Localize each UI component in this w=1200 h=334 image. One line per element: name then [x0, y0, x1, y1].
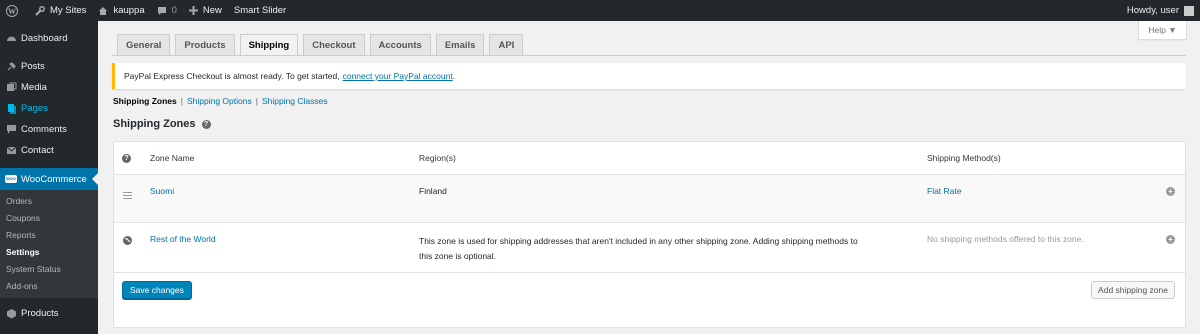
tab-shipping[interactable]: Shipping — [239, 34, 299, 55]
add-method-plus-icon[interactable]: + — [1166, 235, 1175, 244]
woocommerce-submenu: Orders Coupons Reports Settings System S… — [0, 190, 98, 298]
menu-pages-label: Pages — [21, 103, 48, 114]
tab-emails[interactable]: Emails — [435, 34, 485, 55]
settings-tabs: General Products Shipping Checkout Accou… — [117, 34, 528, 55]
zone-name-link[interactable]: Suomi — [150, 186, 174, 196]
subnav-separator: | — [180, 96, 183, 106]
drag-handle-icon[interactable] — [123, 191, 132, 201]
media-icon — [5, 82, 17, 94]
menu-contact[interactable]: Contact — [0, 140, 98, 161]
no-methods-text: No shipping methods offered to this zone… — [927, 234, 1084, 244]
connect-paypal-link[interactable]: connect your PayPal account — [343, 71, 453, 81]
pages-icon — [5, 103, 17, 115]
pushpin-icon — [5, 61, 17, 73]
globe-icon — [123, 236, 132, 247]
table-header: ? Zone Name Region(s) Shipping Method(s) — [114, 142, 1185, 175]
add-method-plus-icon[interactable]: + — [1166, 187, 1175, 196]
howdy-label: Howdy, user — [1126, 5, 1179, 16]
table-row: Suomi Finland Flat Rate + — [114, 175, 1185, 223]
menu-posts-label: Posts — [21, 61, 45, 72]
site-name-label: kauppa — [113, 5, 145, 16]
smart-slider-label: Smart Slider — [233, 5, 287, 16]
account-menu[interactable]: Howdy, user — [1121, 0, 1200, 21]
zone-region-description: This zone is used for shipping addresses… — [419, 234, 909, 264]
shipping-zones-table: ? Zone Name Region(s) Shipping Method(s)… — [113, 141, 1186, 328]
menu-media-label: Media — [21, 82, 47, 93]
comments-icon — [5, 124, 17, 136]
subnav-shipping-options[interactable]: Shipping Options — [187, 96, 252, 106]
dashboard-icon — [5, 33, 17, 45]
notice-text: PayPal Express Checkout is almost ready.… — [124, 71, 340, 81]
admin-bar: W My Sites kauppa 0 New Smart Slider How… — [0, 0, 1200, 21]
menu-products-label: Products — [21, 308, 59, 319]
new-content-menu[interactable]: New — [183, 0, 228, 21]
table-footer: Save changes Add shipping zone — [114, 273, 1185, 307]
plus-icon — [188, 6, 198, 15]
svg-text:W: W — [8, 7, 16, 16]
save-changes-button[interactable]: Save changes — [122, 281, 192, 299]
wordpress-logo-icon[interactable]: W — [0, 0, 29, 21]
tab-accounts[interactable]: Accounts — [369, 34, 431, 55]
submenu-reports[interactable]: Reports — [0, 227, 98, 244]
shipping-subnav: Shipping Zones | Shipping Options | Ship… — [113, 96, 328, 106]
region-description-line: This zone is used for shipping addresses… — [419, 236, 858, 246]
menu-contact-label: Contact — [21, 145, 54, 156]
submenu-settings[interactable]: Settings — [0, 244, 98, 261]
header-regions: Region(s) — [419, 153, 456, 163]
tab-products[interactable]: Products — [175, 34, 235, 55]
tab-general[interactable]: General — [117, 34, 171, 55]
help-tab-button[interactable]: Help ▼ — [1138, 21, 1187, 40]
comments-menu[interactable]: 0 — [151, 0, 183, 21]
envelope-icon — [5, 145, 17, 157]
subnav-shipping-classes[interactable]: Shipping Classes — [262, 96, 328, 106]
paypal-notice: PayPal Express Checkout is almost ready.… — [112, 63, 1186, 89]
menu-woocommerce[interactable]: WOO WooCommerce — [0, 168, 98, 190]
menu-woocommerce-label: WooCommerce — [21, 173, 87, 185]
menu-posts[interactable]: Posts — [0, 56, 98, 77]
wrench-icon — [35, 5, 45, 16]
section-title-text: Shipping Zones — [113, 118, 196, 130]
new-label: New — [202, 5, 222, 16]
subnav-separator: | — [255, 96, 258, 106]
home-icon — [99, 6, 108, 15]
help-question-icon[interactable]: ? — [201, 119, 211, 129]
tabs-divider — [112, 55, 1186, 56]
tab-api[interactable]: API — [489, 34, 524, 55]
header-help-icon[interactable]: ? — [122, 154, 131, 163]
zone-region: Finland — [419, 186, 447, 196]
submenu-coupons[interactable]: Coupons — [0, 210, 98, 227]
main-content: Help ▼ General Products Shipping Checkou… — [98, 21, 1200, 334]
menu-dashboard[interactable]: Dashboard — [0, 28, 98, 49]
submenu-add-ons[interactable]: Add-ons — [0, 278, 98, 295]
menu-media[interactable]: Media — [0, 77, 98, 98]
notice-end: . — [452, 71, 456, 81]
products-box-icon — [5, 308, 17, 320]
shipping-method-link[interactable]: Flat Rate — [927, 186, 962, 196]
subnav-shipping-zones[interactable]: Shipping Zones — [113, 96, 177, 106]
submenu-system-status[interactable]: System Status — [0, 261, 98, 278]
menu-comments-label: Comments — [21, 124, 67, 135]
header-shipping-methods: Shipping Method(s) — [927, 153, 1001, 163]
add-shipping-zone-button[interactable]: Add shipping zone — [1091, 281, 1175, 299]
my-sites-menu[interactable]: My Sites — [29, 0, 92, 21]
site-name-menu[interactable]: kauppa — [92, 0, 150, 21]
menu-comments[interactable]: Comments — [0, 119, 98, 140]
menu-pages[interactable]: Pages — [0, 98, 98, 119]
menu-products[interactable]: Products — [0, 303, 98, 324]
tab-checkout[interactable]: Checkout — [303, 34, 365, 55]
zone-name-link[interactable]: Rest of the World — [150, 234, 216, 244]
menu-dashboard-label: Dashboard — [21, 33, 68, 44]
header-zone-name: Zone Name — [150, 153, 195, 163]
table-row: Rest of the World This zone is used for … — [114, 223, 1185, 273]
admin-sidebar: Dashboard Posts Media Pages Comments Con… — [0, 21, 98, 334]
region-description-line: this zone is optional. — [419, 251, 497, 261]
avatar — [1184, 5, 1194, 16]
submenu-orders[interactable]: Orders — [0, 193, 98, 210]
smart-slider-menu[interactable]: Smart Slider — [228, 0, 292, 21]
comments-count: 0 — [171, 5, 177, 16]
my-sites-label: My Sites — [50, 5, 87, 16]
woocommerce-icon: WOO — [5, 175, 17, 183]
comment-bubble-icon — [157, 6, 166, 15]
page-title: Shipping Zones ? — [113, 118, 211, 130]
